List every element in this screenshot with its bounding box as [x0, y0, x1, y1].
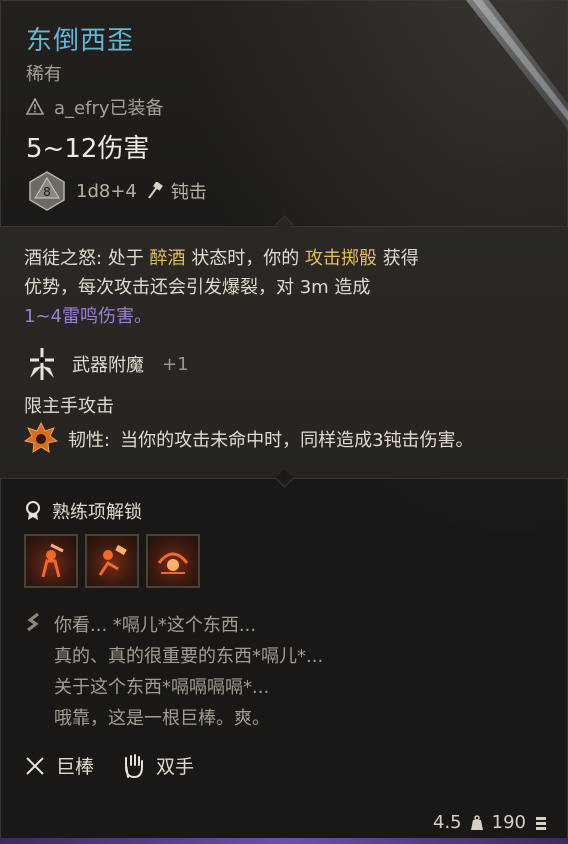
damage-dice-row: 8 1d8+4 钝击 [26, 170, 207, 212]
keyword-attack-roll[interactable]: 攻击掷骰 [305, 248, 377, 269]
handedness-tag: 双手 [122, 752, 194, 779]
cleave-skill-icon[interactable] [24, 534, 78, 588]
proficiency-heading: 熟练项解锁 [52, 502, 142, 523]
quote-icon [27, 612, 39, 632]
handedness-label: 双手 [156, 756, 195, 778]
passive-line-1: 酒徒之怒: 处于 醉酒 状态时，你的 攻击掷骰 获得 [24, 248, 419, 269]
proficiency-icons [24, 534, 200, 588]
item-stats: 4.5 190 [433, 812, 548, 833]
crossed-weapons-icon [26, 756, 44, 775]
item-name: 东倒西歪 [26, 26, 135, 56]
toughness-text: 当你的攻击未命中时，同样造成3钝击伤害。 [120, 430, 474, 451]
passive-description: 酒徒之怒: 处于 醉酒 状态时，你的 攻击掷骰 获得 优势，每次攻击还会引发爆裂… [24, 244, 544, 331]
damage-range: 5~12伤害 [26, 134, 150, 164]
item-rarity: 稀有 [26, 64, 62, 85]
dice-formula: 1d8+4 [76, 180, 137, 202]
passive-line-2: 优势，每次攻击还会引发爆裂，对 3m 造成 [24, 277, 371, 298]
damage-type: 钝击 [170, 182, 207, 203]
flavor-line: 你看... *嗝儿*这个东西... [54, 615, 257, 636]
weight-icon [470, 814, 483, 830]
passive-line-3: 1~4雷鸣伤害。 [24, 306, 152, 327]
weapon-type-label: 巨棒 [56, 756, 95, 778]
dice-face-value: 8 [43, 185, 51, 199]
rush-attack-skill-icon[interactable] [146, 534, 200, 588]
keyword-drunk[interactable]: 醉酒 [150, 248, 186, 269]
hand-icon [125, 753, 144, 778]
weight-value: 4.5 [433, 812, 462, 833]
enchantment-icon [30, 348, 54, 380]
rarity-glow-bar [0, 838, 568, 844]
weapon-type-tag: 巨棒 [24, 752, 94, 779]
flavor-line: 真的、真的很重要的东西*嗝儿*... [54, 646, 324, 667]
weapon-enchantment: 武器附魔 +1 [24, 346, 189, 382]
d8-dice-icon: 8 [29, 171, 65, 211]
flavor-line: 哦靠，这是一根巨棒。爽。 [54, 708, 270, 729]
pommel-strike-skill-icon[interactable] [85, 534, 139, 588]
proficiency-header: 熟练项解锁 [24, 498, 142, 524]
flavor-text: 你看... *嗝儿*这个东西... 真的、真的很重要的东西*嗝儿*... 关于这… [54, 610, 323, 734]
enchantment-value: +1 [162, 353, 189, 375]
weapon-art-icon [465, 0, 568, 130]
weapon-tags: 巨棒 双手 [24, 752, 194, 779]
medal-icon [26, 501, 40, 520]
bludgeon-icon [148, 182, 163, 199]
flavor-line: 关于这个东西*嗝嗝嗝嗝*... [54, 677, 270, 698]
gold-coin-icon [536, 816, 546, 830]
equipped-status: a_efry已装备 [26, 94, 164, 120]
warning-icon [26, 98, 44, 115]
equipped-label: a_efry已装备 [54, 98, 164, 119]
toughness-icon [24, 422, 58, 453]
item-tooltip: 东倒西歪 稀有 a_efry已装备 5~12伤害 8 1d8+4 钝击 酒徒之怒… [0, 0, 568, 844]
enchantment-label: 武器附魔 [72, 355, 144, 376]
toughness-property: 韧性: 当你的攻击未命中时，同样造成3钝击伤害。 [24, 422, 474, 456]
mainhand-restriction: 限主手攻击 [24, 396, 114, 417]
toughness-label: 韧性: [68, 430, 111, 451]
price-value: 190 [491, 812, 526, 833]
